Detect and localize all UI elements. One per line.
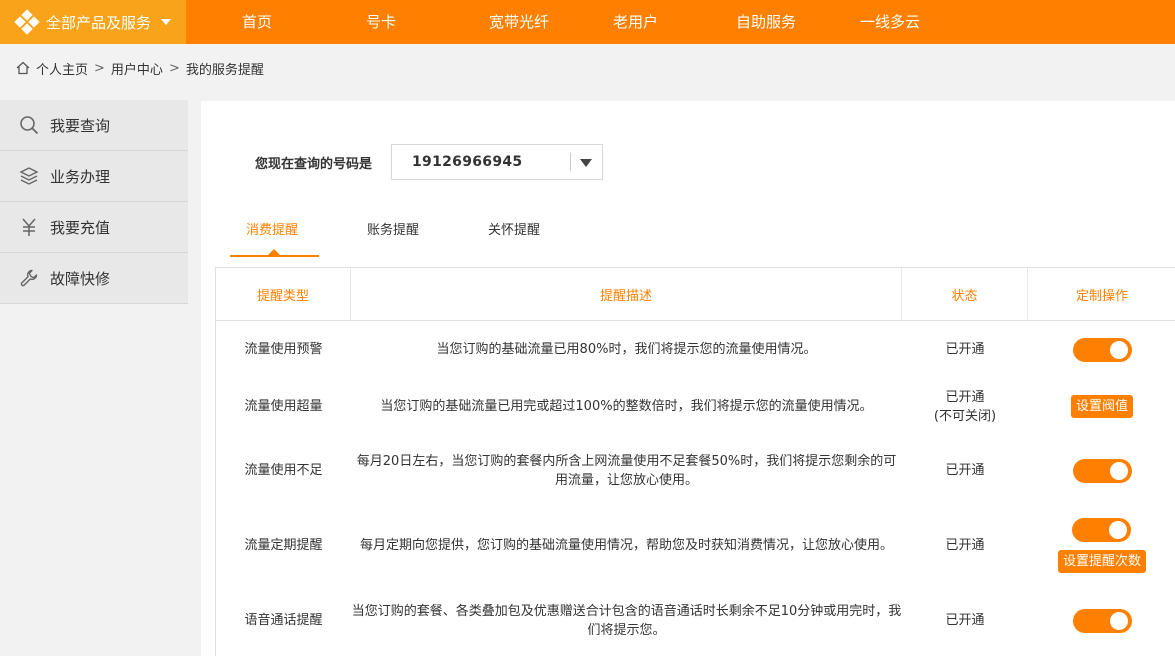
dropdown-arrow-icon bbox=[580, 159, 592, 167]
row-desc: 当您订购的套餐、各类叠加包及优惠赠送合计包含的语音通话时长剩余不足10分钟或用完… bbox=[351, 603, 902, 638]
row-desc: 每月定期向您提供，您订购的基础流量使用情况，帮助您及时获知消费情况，让您放心使用… bbox=[359, 537, 893, 553]
row-desc: 每月20日左右，当您订购的套餐内所含上网流量使用不足套餐50%时，我们将提示您剩… bbox=[356, 453, 897, 488]
tab-consumption-reminder[interactable]: 消费提醒 bbox=[246, 219, 298, 238]
breadcrumb-user-center[interactable]: 用户中心 bbox=[111, 59, 163, 78]
yuan-icon bbox=[18, 216, 40, 238]
row-status: 已开通 bbox=[945, 537, 985, 553]
all-products-menu[interactable]: 全部产品及服务 bbox=[0, 0, 186, 44]
row-status: 已开通 bbox=[945, 613, 985, 628]
row-type: 流量定期提醒 bbox=[244, 537, 323, 553]
sidebar-item-business[interactable]: 业务办理 bbox=[0, 151, 188, 202]
phone-number-select[interactable]: 19126966945 bbox=[391, 144, 603, 180]
nav-number-card[interactable]: 号卡 bbox=[366, 0, 396, 44]
nav-self-service[interactable]: 自助服务 bbox=[736, 0, 796, 44]
sidebar: 我要查询 业务办理 我要充值 故障快修 bbox=[0, 100, 188, 304]
set-reminder-count-button[interactable]: 设置提醒次数 bbox=[1057, 549, 1146, 573]
search-icon bbox=[18, 114, 40, 136]
top-nav-bar: 全部产品及服务 首页 号卡 宽带光纤 老用户 自助服务 一线多云 bbox=[0, 0, 1175, 44]
query-number-label: 您现在查询的号码是 bbox=[255, 157, 373, 172]
table-row: 语音通话提醒 当您订购的套餐、各类叠加包及优惠赠送合计包含的语音通话时长剩余不足… bbox=[216, 584, 1175, 656]
active-tab-underline bbox=[230, 255, 319, 257]
header-reminder-type: 提醒类型 bbox=[216, 268, 351, 321]
sidebar-item-repair[interactable]: 故障快修 bbox=[0, 253, 188, 304]
row-action bbox=[1028, 435, 1175, 506]
home-icon bbox=[16, 61, 30, 75]
header-status: 状态 bbox=[902, 268, 1028, 321]
nav-broadband[interactable]: 宽带光纤 bbox=[489, 0, 549, 44]
status-text: 已开通 bbox=[945, 389, 985, 405]
reminder-toggle[interactable] bbox=[1072, 337, 1132, 362]
row-action bbox=[1028, 584, 1175, 656]
sidebar-item-label: 我要查询 bbox=[50, 116, 111, 135]
row-type: 流量使用预警 bbox=[244, 342, 323, 357]
all-products-label: 全部产品及服务 bbox=[46, 13, 152, 32]
row-type: 语音通话提醒 bbox=[244, 613, 323, 628]
header-reminder-desc: 提醒描述 bbox=[351, 268, 902, 321]
toggle-knob bbox=[1109, 461, 1128, 480]
reminder-toggle[interactable] bbox=[1072, 517, 1132, 542]
table-row: 流量定期提醒 每月定期向您提供，您订购的基础流量使用情况，帮助您及时获知消费情况… bbox=[216, 506, 1175, 584]
reminder-toggle[interactable] bbox=[1072, 608, 1132, 633]
reminder-toggle[interactable] bbox=[1072, 458, 1132, 483]
breadcrumb: 个人主页 > 用户中心 > 我的服务提醒 bbox=[16, 58, 264, 78]
row-status: 已开通 bbox=[945, 342, 985, 357]
caret-down-icon bbox=[161, 19, 172, 25]
toggle-knob bbox=[1109, 340, 1128, 359]
wrench-icon bbox=[18, 267, 40, 289]
nav-home[interactable]: 首页 bbox=[242, 0, 272, 44]
sidebar-item-label: 业务办理 bbox=[50, 167, 111, 186]
breadcrumb-separator: > bbox=[168, 60, 180, 76]
set-threshold-button[interactable]: 设置阀值 bbox=[1070, 395, 1133, 418]
breadcrumb-service-reminder: 我的服务提醒 bbox=[185, 62, 264, 78]
table-header: 提醒类型 提醒描述 状态 定制操作 bbox=[216, 268, 1175, 321]
table-row: 流量使用预警 当您订购的基础流量已用80%时，我们将提示您的流量使用情况。 已开… bbox=[216, 321, 1175, 378]
nav-old-user[interactable]: 老用户 bbox=[613, 0, 658, 44]
row-type: 流量使用超量 bbox=[244, 399, 323, 414]
toggle-knob bbox=[1109, 520, 1128, 539]
breadcrumb-personal-home[interactable]: 个人主页 bbox=[36, 59, 88, 78]
row-status: 已开通 bbox=[945, 463, 985, 478]
row-action bbox=[1028, 321, 1175, 378]
row-type: 流量使用不足 bbox=[244, 463, 323, 478]
tab-billing-reminder[interactable]: 账务提醒 bbox=[367, 219, 419, 238]
select-divider bbox=[570, 153, 571, 171]
row-status: 已开通 (不可关闭) bbox=[902, 378, 1028, 435]
table-row: 流量使用不足 每月20日左右，当您订购的套餐内所含上网流量使用不足套餐50%时，… bbox=[216, 435, 1175, 506]
reminder-tabs: 消费提醒 账务提醒 关怀提醒 bbox=[230, 209, 630, 257]
reminder-table: 提醒类型 提醒描述 状态 定制操作 流量使用预警 当您订购的基础流量已用80%时… bbox=[215, 267, 1175, 656]
table-row: 流量使用超量 当您订购的基础流量已用完或超过100%的整数倍时，我们将提示您的流… bbox=[216, 378, 1175, 435]
row-action: 设置提醒次数 bbox=[1028, 506, 1175, 584]
row-desc: 当您订购的基础流量已用80%时，我们将提示您的流量使用情况。 bbox=[436, 342, 817, 357]
sidebar-item-label: 我要充值 bbox=[50, 218, 111, 237]
main-panel: 您现在查询的号码是 19126966945 消费提醒 账务提醒 关怀提醒 提醒类… bbox=[201, 101, 1175, 656]
sidebar-item-recharge[interactable]: 我要充值 bbox=[0, 202, 188, 253]
status-note: (不可关闭) bbox=[933, 408, 997, 424]
toggle-knob bbox=[1109, 611, 1128, 630]
row-desc: 当您订购的基础流量已用完或超过100%的整数倍时，我们将提示您的流量使用情况。 bbox=[380, 399, 873, 414]
sidebar-item-label: 故障快修 bbox=[50, 269, 111, 288]
layers-icon bbox=[18, 165, 40, 187]
diamond-logo-icon bbox=[14, 9, 40, 35]
phone-number-value: 19126966945 bbox=[412, 154, 523, 170]
sidebar-item-query[interactable]: 我要查询 bbox=[0, 100, 188, 151]
breadcrumb-separator: > bbox=[94, 60, 105, 76]
nav-multi-cloud[interactable]: 一线多云 bbox=[860, 0, 920, 44]
tab-care-reminder[interactable]: 关怀提醒 bbox=[488, 219, 540, 238]
header-custom-action: 定制操作 bbox=[1075, 289, 1128, 304]
row-action: 设置阀值 bbox=[1028, 378, 1175, 435]
